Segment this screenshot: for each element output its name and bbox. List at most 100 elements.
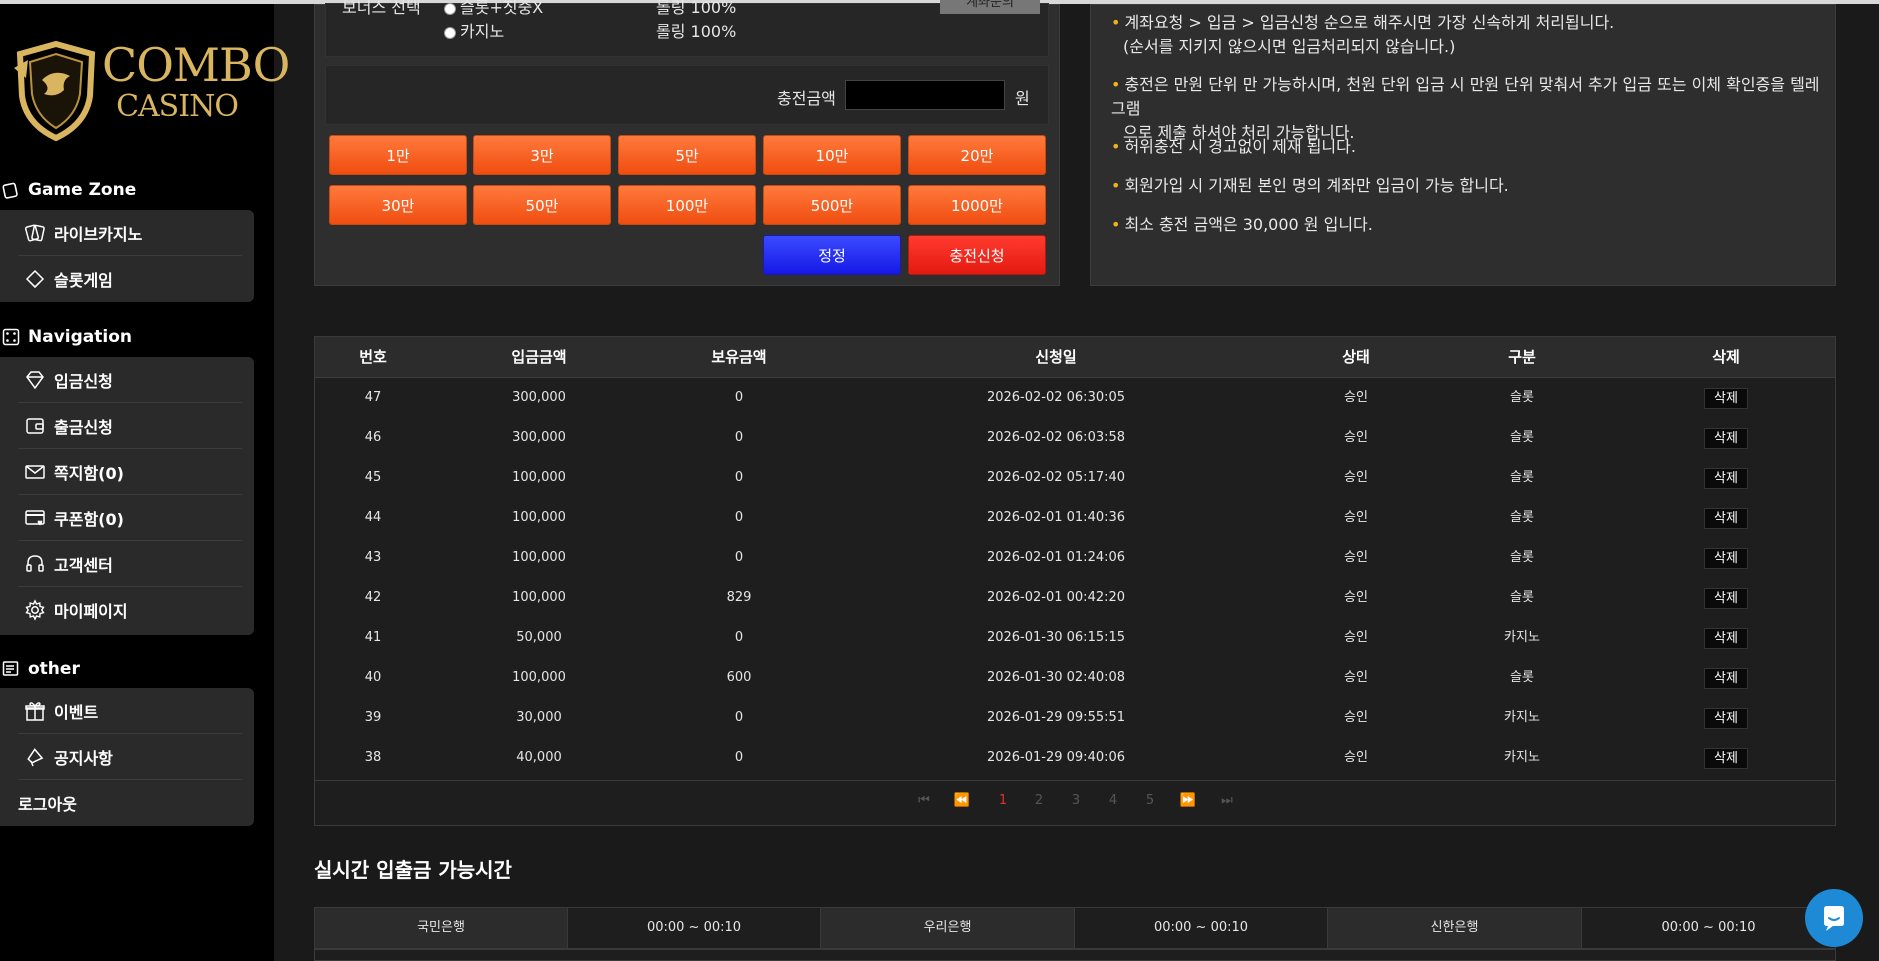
amount-button-30k[interactable]: 3만: [473, 135, 611, 175]
page-4[interactable]: 4: [1109, 793, 1117, 808]
radio-slot[interactable]: [444, 2, 456, 15]
delete-button[interactable]: 삭제: [1704, 548, 1748, 569]
delete-button[interactable]: 삭제: [1704, 468, 1748, 489]
amount-button-1m[interactable]: 100만: [618, 185, 756, 225]
sidebar-item-events[interactable]: 이벤트: [0, 688, 254, 734]
cell-type: 슬롯: [1510, 670, 1534, 685]
cell-deposit: 300,000: [512, 390, 566, 405]
other-box: 이벤트 공지사항 로그아웃: [0, 688, 254, 826]
cell-balance: 829: [726, 590, 752, 605]
submit-deposit-button[interactable]: 충전신청: [908, 235, 1046, 275]
sidebar-item-label: 이벤트: [54, 703, 99, 722]
page-1[interactable]: 1: [999, 793, 1007, 808]
cell-no: 44: [364, 510, 382, 525]
sidebar-item-label: 라이브카지노: [54, 225, 143, 244]
amount-button-10k[interactable]: 1만: [329, 135, 467, 175]
sidebar-item-slot-game[interactable]: 슬롯게임: [0, 256, 254, 302]
cell-no: 40: [364, 670, 382, 685]
sidebar-item-mypage[interactable]: 마이페이지: [0, 587, 254, 633]
game-zone-box: 라이브카지노 슬롯게임: [0, 210, 254, 302]
notice-item: • 회원가입 시 기재된 본인 명의 계좌만 입금이 가능 합니다.: [1111, 174, 1831, 198]
delete-button[interactable]: 삭제: [1704, 588, 1748, 609]
cell-deposit: 100,000: [512, 590, 566, 605]
amount-button-500k[interactable]: 50만: [473, 185, 611, 225]
amount-input[interactable]: [845, 80, 1005, 110]
bank-name: 우리은행: [821, 908, 1075, 948]
live-chat-button[interactable]: [1805, 889, 1863, 947]
cell-date: 2026-02-01 00:42:20: [986, 590, 1126, 605]
bonus-option-slot[interactable]: 슬롯+짓중X: [444, 0, 543, 18]
account-request-button[interactable]: 계좌문의: [940, 0, 1040, 14]
amount-button-5m[interactable]: 500만: [763, 185, 901, 225]
amount-button-50k[interactable]: 5만: [618, 135, 756, 175]
sidebar-item-label: 출금신청: [54, 418, 113, 437]
cell-no: 41: [364, 630, 382, 645]
delete-button[interactable]: 삭제: [1704, 628, 1748, 649]
delete-button[interactable]: 삭제: [1704, 428, 1748, 449]
bonus-option-label: 슬롯+짓중X: [460, 0, 544, 17]
prev-page-icon[interactable]: ⏪: [954, 793, 970, 808]
cell-type: 카지노: [1504, 630, 1540, 645]
cell-date: 2026-02-01 01:24:06: [986, 550, 1126, 565]
deposit-form-panel: 보너스 선택 슬롯+짓중X 롤링 100% 카지노 롤링 100% 계좌문의 충…: [314, 0, 1060, 286]
page-2[interactable]: 2: [1035, 793, 1043, 808]
page-5[interactable]: 5: [1146, 793, 1154, 808]
reset-button[interactable]: 정정: [763, 235, 901, 275]
bank-time: 00:00 ~ 00:10: [1582, 908, 1835, 948]
sidebar-item-messages[interactable]: 쪽지함(0): [0, 449, 254, 495]
bullet-icon: •: [1111, 215, 1121, 234]
cell-status: 승인: [1344, 630, 1368, 645]
sidebar-item-deposit[interactable]: 입금신청: [0, 357, 254, 403]
bank-name: 국민은행: [315, 908, 568, 948]
cell-type: 카지노: [1504, 750, 1540, 765]
navigation-box: 입금신청 출금신청 쪽지함(0) 쿠폰함(0) 고객센터 마이페이지: [0, 357, 254, 635]
delete-button[interactable]: 삭제: [1704, 388, 1748, 409]
cell-status: 승인: [1344, 550, 1368, 565]
delete-button[interactable]: 삭제: [1704, 748, 1748, 769]
sidebar-item-withdraw[interactable]: 출금신청: [0, 403, 254, 449]
cell-status: 승인: [1344, 750, 1368, 765]
delete-button[interactable]: 삭제: [1704, 668, 1748, 689]
delete-button[interactable]: 삭제: [1704, 708, 1748, 729]
cell-status: 승인: [1344, 510, 1368, 525]
cell-balance: 0: [734, 470, 744, 485]
col-status: 상태: [1342, 348, 1370, 366]
cell-no: 46: [364, 430, 382, 445]
first-page-icon[interactable]: ⏮: [918, 793, 930, 808]
notice-text-cont: (순서를 지키지 않으시면 입금처리되지 않습니다.): [1123, 37, 1456, 56]
cell-no: 39: [364, 710, 382, 725]
page-3[interactable]: 3: [1072, 793, 1080, 808]
sidebar-item-logout[interactable]: 로그아웃: [0, 780, 254, 826]
diamond-icon: [22, 367, 48, 393]
logo[interactable]: COMBO CASINO: [8, 38, 290, 142]
wallet-icon: [22, 413, 48, 439]
rolling-slot: 롤링 100%: [656, 0, 737, 17]
rolling-casino: 롤링 100%: [656, 22, 737, 41]
amount-button-100k[interactable]: 10만: [763, 135, 901, 175]
amount-button-10m[interactable]: 1000만: [908, 185, 1046, 225]
next-page-icon[interactable]: ⏩: [1180, 793, 1196, 808]
bonus-option-casino[interactable]: 카지노: [444, 18, 504, 42]
cell-status: 승인: [1344, 590, 1368, 605]
table-row: 38 40,000 0 2026-01-29 09:40:06 승인 카지노 삭제: [315, 738, 1835, 778]
sidebar-item-coupons[interactable]: 쿠폰함(0): [0, 495, 254, 541]
col-type: 구분: [1508, 348, 1536, 366]
sidebar-item-support[interactable]: 고객센터: [0, 541, 254, 587]
sidebar-item-live-casino[interactable]: 라이브카지노: [0, 210, 254, 256]
amount-button-200k[interactable]: 20만: [908, 135, 1046, 175]
delete-button[interactable]: 삭제: [1704, 508, 1748, 529]
last-page-icon[interactable]: ⏭: [1221, 793, 1233, 808]
table-row: 43 100,000 0 2026-02-01 01:24:06 승인 슬롯 삭제: [315, 538, 1835, 578]
section-other: other: [0, 658, 80, 680]
radio-casino[interactable]: [444, 26, 456, 39]
sidebar-item-notices[interactable]: 공지사항: [0, 734, 254, 780]
notice-item: • 최소 충전 금액은 30,000 원 입니다.: [1111, 213, 1831, 237]
cell-no: 43: [364, 550, 382, 565]
sidebar-item-label: 입금신청: [54, 372, 113, 391]
col-no: 번호: [359, 348, 387, 366]
cell-balance: 0: [734, 750, 744, 765]
amount-button-300k[interactable]: 30만: [329, 185, 467, 225]
sidebar-item-label: 공지사항: [54, 749, 113, 768]
cell-status: 승인: [1344, 710, 1368, 725]
sidebar-item-label: 고객센터: [54, 556, 113, 575]
